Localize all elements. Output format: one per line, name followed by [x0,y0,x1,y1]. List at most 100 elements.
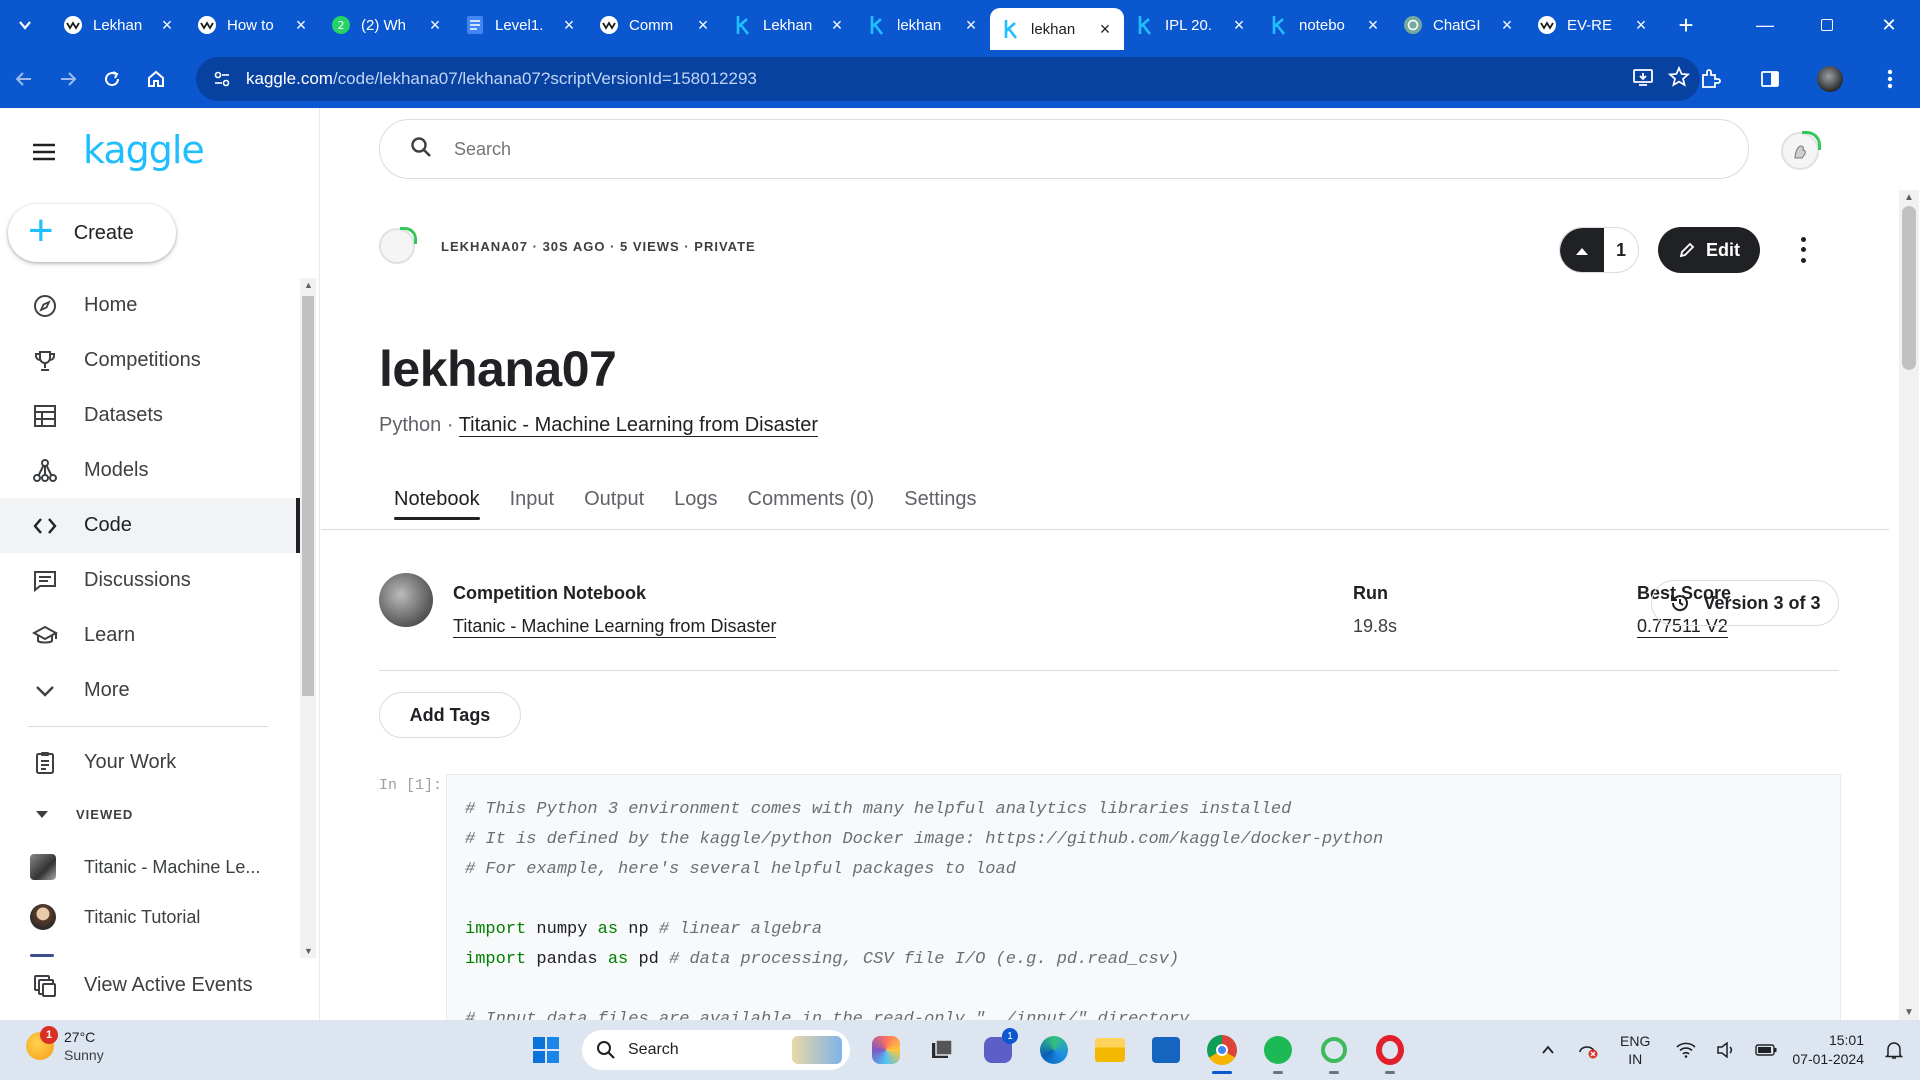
sidebar-item-competitions[interactable]: Competitions [0,333,300,388]
address-bar[interactable]: kaggle.com/code/lekhana07/lekhana07?scri… [196,57,1700,101]
close-tab-icon[interactable]: × [426,15,444,36]
close-tab-icon[interactable]: × [828,15,846,36]
close-tab-icon[interactable]: × [158,15,176,36]
upvote-button[interactable]: 1 [1559,227,1639,273]
scroll-down-arrow-icon[interactable]: ▼ [1904,1007,1914,1018]
minimize-button[interactable]: — [1734,0,1796,50]
chrome-icon[interactable] [1202,1030,1242,1074]
weather-widget[interactable]: 1 27°C Sunny [26,1026,104,1064]
edge-icon[interactable] [1034,1030,1074,1070]
app-ring-icon[interactable] [1314,1030,1354,1074]
back-button[interactable] [4,59,44,99]
teams-chat-icon[interactable]: 1 [978,1028,1018,1070]
viewed-section-toggle[interactable]: VIEWED [36,807,133,822]
close-tab-icon[interactable]: × [292,15,310,36]
browser-tab[interactable]: EV-RE × [1526,0,1660,50]
system-clock[interactable]: 15:01 07-01-2024 [1792,1031,1864,1069]
start-button[interactable] [526,1030,566,1070]
chevron-up-icon[interactable] [1534,1043,1562,1057]
extensions-icon[interactable] [1690,59,1730,99]
browser-menu-icon[interactable] [1870,59,1910,99]
browser-tab[interactable]: notebo × [1258,0,1392,50]
tab-logs[interactable]: Logs [659,468,732,530]
browser-tab[interactable]: lekhan × [856,0,990,50]
profile-avatar[interactable] [1810,59,1850,99]
sidebar-item-models[interactable]: Models [0,443,300,498]
battery-icon[interactable] [1752,1044,1780,1056]
browser-tab[interactable]: Comm × [588,0,722,50]
network-warning-icon[interactable] [1574,1040,1602,1060]
version-history-button[interactable]: Version 3 of 3 [1651,580,1839,626]
side-panel-icon[interactable] [1750,59,1790,99]
store-icon[interactable] [1146,1030,1186,1070]
tab-comments[interactable]: Comments (0) [733,468,890,530]
bookmark-star-icon[interactable] [1667,65,1691,93]
close-tab-icon[interactable]: × [1230,15,1248,36]
spotify-icon[interactable] [1258,1030,1298,1074]
close-tab-icon[interactable]: × [560,15,578,36]
create-button[interactable]: + Create [8,204,176,262]
browser-tab[interactable]: lekhan × [990,8,1124,50]
scrollbar-thumb[interactable] [302,296,314,696]
tab-notebook[interactable]: Notebook [379,468,495,530]
competition-name-link[interactable]: Titanic - Machine Learning from Disaster [453,616,777,638]
author-avatar[interactable] [379,227,417,264]
browser-tab[interactable]: IPL 20. × [1124,0,1258,50]
site-search-bar[interactable] [379,119,1749,179]
tab-output[interactable]: Output [569,468,659,530]
user-avatar[interactable] [1781,131,1821,170]
browser-tab[interactable]: ChatGI × [1392,0,1526,50]
home-button[interactable] [136,59,176,99]
close-tab-icon[interactable]: × [1632,15,1650,36]
tab-settings[interactable]: Settings [889,468,991,530]
close-tab-icon[interactable]: × [962,15,980,36]
close-tab-icon[interactable]: × [694,15,712,36]
input-language[interactable]: ENG IN [1620,1032,1650,1068]
file-explorer-icon[interactable] [1090,1030,1130,1070]
new-tab-button[interactable]: + [1668,7,1704,43]
competition-thumbnail[interactable] [379,573,433,627]
forward-button[interactable] [48,59,88,99]
tab-search-button[interactable] [8,8,42,42]
sidebar-item-learn[interactable]: Learn [0,608,300,663]
view-active-events[interactable]: View Active Events [0,958,300,1013]
browser-tab[interactable]: Lekhan × [52,0,186,50]
add-tags-button[interactable]: Add Tags [379,692,521,738]
close-tab-icon[interactable]: × [1096,19,1114,40]
search-input[interactable] [454,138,1654,160]
scroll-down-arrow-icon[interactable]: ▼ [304,946,313,956]
copilot-icon[interactable] [866,1030,906,1070]
scroll-up-arrow-icon[interactable]: ▲ [1904,192,1914,203]
sidebar-item-discussions[interactable]: Discussions [0,553,300,608]
competition-link[interactable]: Titanic - Machine Learning from Disaster [458,414,819,437]
maximize-button[interactable] [1796,0,1858,50]
volume-icon[interactable] [1712,1042,1740,1058]
wifi-icon[interactable] [1672,1042,1700,1058]
scroll-up-arrow-icon[interactable]: ▲ [304,280,313,290]
task-view-icon[interactable] [922,1030,962,1070]
code-cell[interactable]: # This Python 3 environment comes with m… [446,774,1841,1020]
reload-button[interactable] [92,59,132,99]
sidebar-scrollbar[interactable]: ▲ ▼ [300,278,316,958]
hamburger-menu-icon[interactable] [30,138,58,166]
taskbar-search[interactable]: Search [582,1030,850,1070]
notification-bell-icon[interactable] [1880,1040,1908,1060]
opera-icon[interactable] [1370,1030,1410,1074]
sidebar-item-code[interactable]: Code [0,498,300,553]
close-tab-icon[interactable]: × [1364,15,1382,36]
sidebar-item-datasets[interactable]: Datasets [0,388,300,443]
scrollbar-thumb[interactable] [1902,206,1916,370]
close-tab-icon[interactable]: × [1498,15,1516,36]
tab-input[interactable]: Input [495,468,569,530]
browser-tab[interactable]: 2 (2) Wh × [320,0,454,50]
install-app-icon[interactable] [1632,66,1654,93]
browser-tab[interactable]: Level1. × [454,0,588,50]
close-window-button[interactable]: ✕ [1858,0,1920,50]
recent-item[interactable]: Titanic - Machine Le... [30,854,290,880]
recent-item[interactable]: Titanic Tutorial [30,904,290,930]
more-options-icon[interactable] [1793,234,1813,266]
sidebar-item-home[interactable]: Home [0,278,300,333]
browser-tab[interactable]: How to × [186,0,320,50]
site-info-icon[interactable] [202,70,242,88]
sidebar-item-more[interactable]: More [0,663,300,718]
